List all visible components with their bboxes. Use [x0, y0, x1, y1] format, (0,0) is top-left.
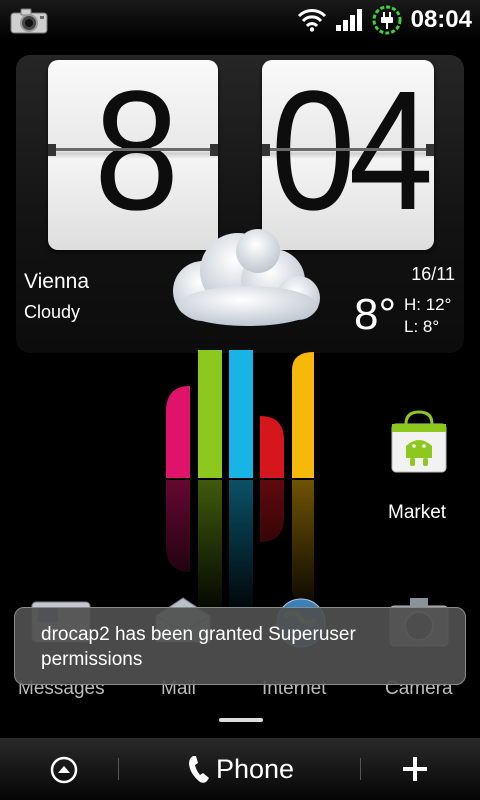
drawer-handle[interactable]: [219, 718, 263, 722]
clock-minute: 04: [270, 60, 434, 246]
flip-hinge: [210, 144, 218, 156]
phone-handset-icon: [189, 756, 209, 783]
wifi-icon: [297, 9, 326, 32]
clock-hour: 8: [94, 60, 179, 246]
wallpaper-bar-cyan: [229, 350, 253, 478]
superuser-toast: drocap2 has been granted Superuser permi…: [14, 607, 466, 685]
signal-icon: [335, 9, 362, 31]
status-time: 08:04: [410, 6, 472, 33]
market-shortcut[interactable]: [386, 410, 452, 480]
clock-minute-card: 04: [262, 60, 434, 250]
wallpaper-bar-green: [198, 350, 222, 478]
weather-city: Vienna: [24, 270, 90, 293]
bottom-bar-divider: [360, 758, 361, 780]
toast-message: drocap2 has been granted Superuser permi…: [41, 624, 356, 670]
bottom-bar-divider: [118, 758, 119, 780]
flip-seam: [262, 148, 434, 151]
weather-high: H: 12°: [404, 295, 452, 314]
flip-hinge: [426, 144, 434, 156]
wallpaper-bar-red: [260, 416, 284, 478]
phone-button[interactable]: Phone: [188, 744, 294, 794]
clock-hour-card: 8: [48, 60, 218, 250]
wallpaper-bar-pink: [166, 386, 190, 478]
weather-date: 16/11: [411, 264, 455, 284]
flip-seam: [48, 148, 218, 151]
flip-hinge: [48, 144, 56, 156]
flip-hinge: [262, 144, 270, 156]
market-label[interactable]: Market: [388, 502, 446, 524]
status-bar[interactable]: 08:04: [0, 0, 480, 40]
bottom-bar: Phone: [0, 738, 480, 800]
add-icon[interactable]: [400, 754, 430, 784]
cloud-icon: [173, 229, 320, 326]
wallpaper-bar-yellow: [292, 352, 314, 478]
battery-charging-icon: [372, 5, 402, 35]
phone-label: Phone: [216, 753, 295, 784]
market-bag-icon: [391, 410, 447, 473]
camera-icon: [10, 8, 48, 34]
all-apps-icon[interactable]: [50, 756, 78, 784]
